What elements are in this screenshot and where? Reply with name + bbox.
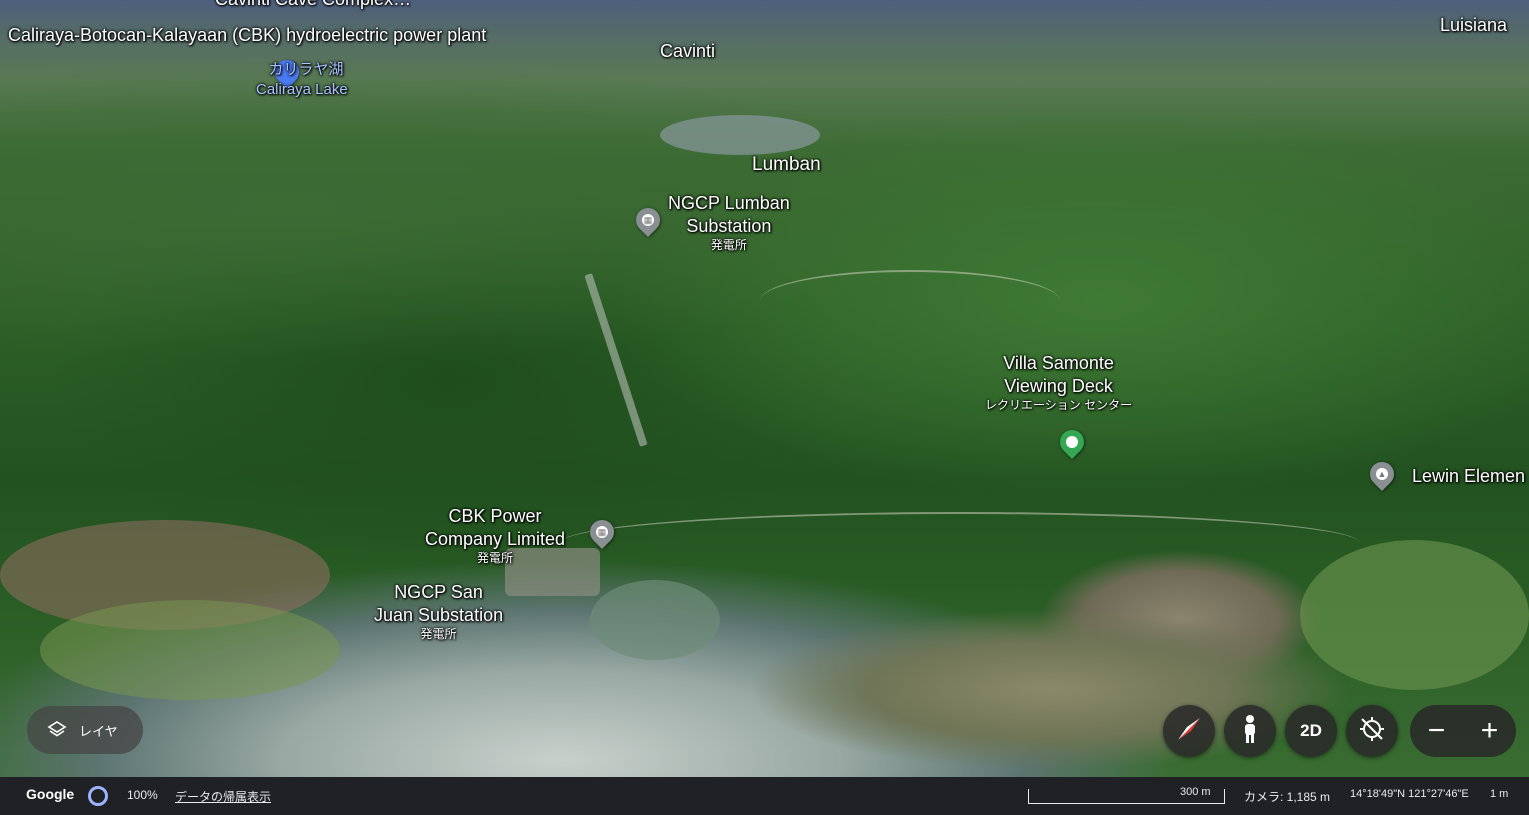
building-icon: ▦ <box>642 214 654 226</box>
recreation-icon <box>1066 436 1078 448</box>
penstock <box>584 273 648 447</box>
ngcp-lumban-type: 発電所 <box>710 238 747 252</box>
caliraya-en: Caliraya Lake <box>256 81 348 98</box>
satellite-3d-map[interactable]: Cavinti Cave Complex… Caliraya-Botocan-K… <box>0 0 1529 777</box>
cbk-power-type: 発電所 <box>477 551 514 565</box>
label-cbk-power[interactable]: CBK Power Company Limited 発電所 <box>425 505 565 565</box>
cbk-power-line2: Company Limited <box>425 529 566 549</box>
layers-icon <box>47 720 67 740</box>
label-luisiana[interactable]: Luisiana <box>1440 14 1507 37</box>
coordinates: 14°18'49"N 121°27'46"E <box>1350 788 1469 800</box>
ngcp-sanjuan-line1: NGCP San <box>394 582 483 602</box>
ngcp-lumban-line2: Substation <box>686 216 772 236</box>
compass-icon <box>1174 714 1204 749</box>
distant-lake <box>660 115 820 155</box>
ngcp-sanjuan-type: 発電所 <box>420 627 457 641</box>
elevation: 1 m <box>1490 788 1509 800</box>
label-lewin[interactable]: Lewin Elemen <box>1412 465 1525 488</box>
label-cavinti-cave[interactable]: Cavinti Cave Complex… <box>215 0 411 11</box>
ngcp-lumban-line1: NGCP Lumban <box>668 193 790 213</box>
label-lumban[interactable]: Lumban <box>752 153 821 176</box>
recreation-pin-villa[interactable] <box>1055 425 1089 459</box>
pegman-icon <box>1239 714 1261 749</box>
loading-percent: 100% <box>127 788 158 802</box>
street-view-button[interactable] <box>1224 705 1276 757</box>
scale-label: 300 m <box>1180 786 1211 798</box>
label-ngcp-sanjuan[interactable]: NGCP San Juan Substation 発電所 <box>374 581 503 641</box>
villa-type: レクリエーション センター <box>985 398 1133 412</box>
label-ngcp-lumban[interactable]: NGCP Lumban Substation 発電所 <box>668 192 790 252</box>
farmland <box>40 600 340 700</box>
label-caliraya-lake[interactable]: カリラヤ湖 Caliraya Lake <box>256 60 348 100</box>
zoom-controls: − + <box>1410 705 1516 757</box>
caliraya-jp: カリラヤ湖 <box>268 61 344 78</box>
camera-altitude: カメラ: 1,185 m <box>1244 790 1331 804</box>
mountain-road <box>760 270 1060 332</box>
villa-line1: Villa Samonte <box>1003 353 1114 373</box>
villa-line2: Viewing Deck <box>1004 376 1113 396</box>
status-bar: Google 100% データの帰属表示 300 m カメラ: 1,185 m … <box>0 777 1529 815</box>
attribution-link[interactable]: データの帰属表示 <box>175 788 271 805</box>
school-icon: ▲ <box>1376 468 1388 480</box>
label-cbk-plant[interactable]: Caliraya-Botocan-Kalayaan (CBK) hydroele… <box>8 24 486 47</box>
building-icon: ▦ <box>596 526 608 538</box>
loading-indicator-icon <box>88 786 108 806</box>
zoom-in-button[interactable]: + <box>1481 714 1499 748</box>
reset-tilt-button[interactable] <box>1346 705 1398 757</box>
school-pin-lewin[interactable]: ▲ <box>1365 457 1399 491</box>
compass-button[interactable] <box>1163 705 1215 757</box>
tilt-reset-icon <box>1358 715 1386 748</box>
toggle-2d-button[interactable]: 2D <box>1285 705 1337 757</box>
label-villa-samonte[interactable]: Villa Samonte Viewing Deck レクリエーション センター <box>985 352 1132 412</box>
label-cavinti[interactable]: Cavinti <box>660 40 715 63</box>
farmland-east <box>1300 540 1529 690</box>
highway <box>560 512 1360 574</box>
zoom-out-button[interactable]: − <box>1428 714 1446 748</box>
lake-shallow <box>590 580 720 660</box>
google-logo: Google <box>26 786 75 802</box>
ngcp-sanjuan-line2: Juan Substation <box>374 605 504 625</box>
layers-label: レイヤ <box>79 723 118 739</box>
cbk-power-line1: CBK Power <box>448 506 542 526</box>
layers-button[interactable]: レイヤ <box>27 706 143 754</box>
facility-pin-ngcp-lumban[interactable]: ▦ <box>631 203 665 237</box>
